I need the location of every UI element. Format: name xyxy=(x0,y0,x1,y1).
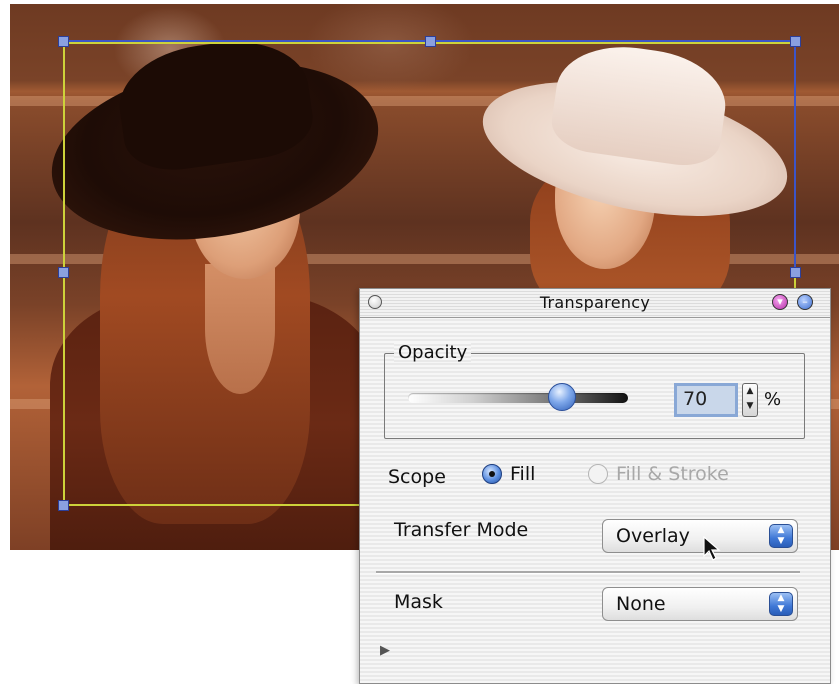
opacity-group-label: Opacity xyxy=(394,342,472,363)
mask-label: Mask xyxy=(394,591,443,613)
mouse-pointer-icon xyxy=(703,536,721,561)
scope-fill-radio[interactable] xyxy=(482,464,502,484)
popup-arrows-icon: ▲ ▼ xyxy=(769,524,793,548)
scope-fill-stroke-radio xyxy=(588,464,608,484)
disclosure-triangle-icon[interactable]: ▶ xyxy=(380,643,390,658)
palette-titlebar[interactable]: Transparency ▾ – xyxy=(360,289,830,318)
mask-value: None xyxy=(616,593,666,615)
selection-handle-middle-left[interactable] xyxy=(58,267,69,278)
transfer-mode-value: Overlay xyxy=(616,525,690,547)
collapse-icon[interactable]: – xyxy=(797,294,813,310)
scope-label: Scope xyxy=(388,466,446,488)
transparency-palette: Transparency ▾ – Opacity 70 ▲ ▼ % Scope F… xyxy=(359,288,831,684)
scope-fill-label[interactable]: Fill xyxy=(510,463,535,485)
selection-handle-top-center[interactable] xyxy=(425,36,436,47)
zoom-icon[interactable]: ▾ xyxy=(772,294,788,310)
selection-handle-bottom-left[interactable] xyxy=(58,500,69,511)
opacity-slider-track[interactable] xyxy=(408,393,628,403)
opacity-value-field[interactable]: 70 xyxy=(674,383,738,417)
transfer-mode-label: Transfer Mode xyxy=(394,519,529,541)
selection-handle-top-right[interactable] xyxy=(790,36,801,47)
selection-handle-middle-right[interactable] xyxy=(790,267,801,278)
mask-popup[interactable]: None ▲ ▼ xyxy=(602,587,798,621)
transfer-mode-popup[interactable]: Overlay ▲ ▼ xyxy=(602,519,798,553)
scope-fill-stroke-label: Fill & Stroke xyxy=(616,463,729,485)
palette-title: Transparency xyxy=(539,293,651,312)
stepper-icon[interactable]: ▲ ▼ xyxy=(742,383,758,417)
text-frame-outline xyxy=(63,40,796,272)
popup-arrows-icon: ▲ ▼ xyxy=(769,592,793,616)
section-divider xyxy=(376,571,800,574)
selection-handle-top-left[interactable] xyxy=(58,36,69,47)
opacity-unit: % xyxy=(764,389,782,410)
opacity-slider-thumb[interactable] xyxy=(548,383,576,411)
